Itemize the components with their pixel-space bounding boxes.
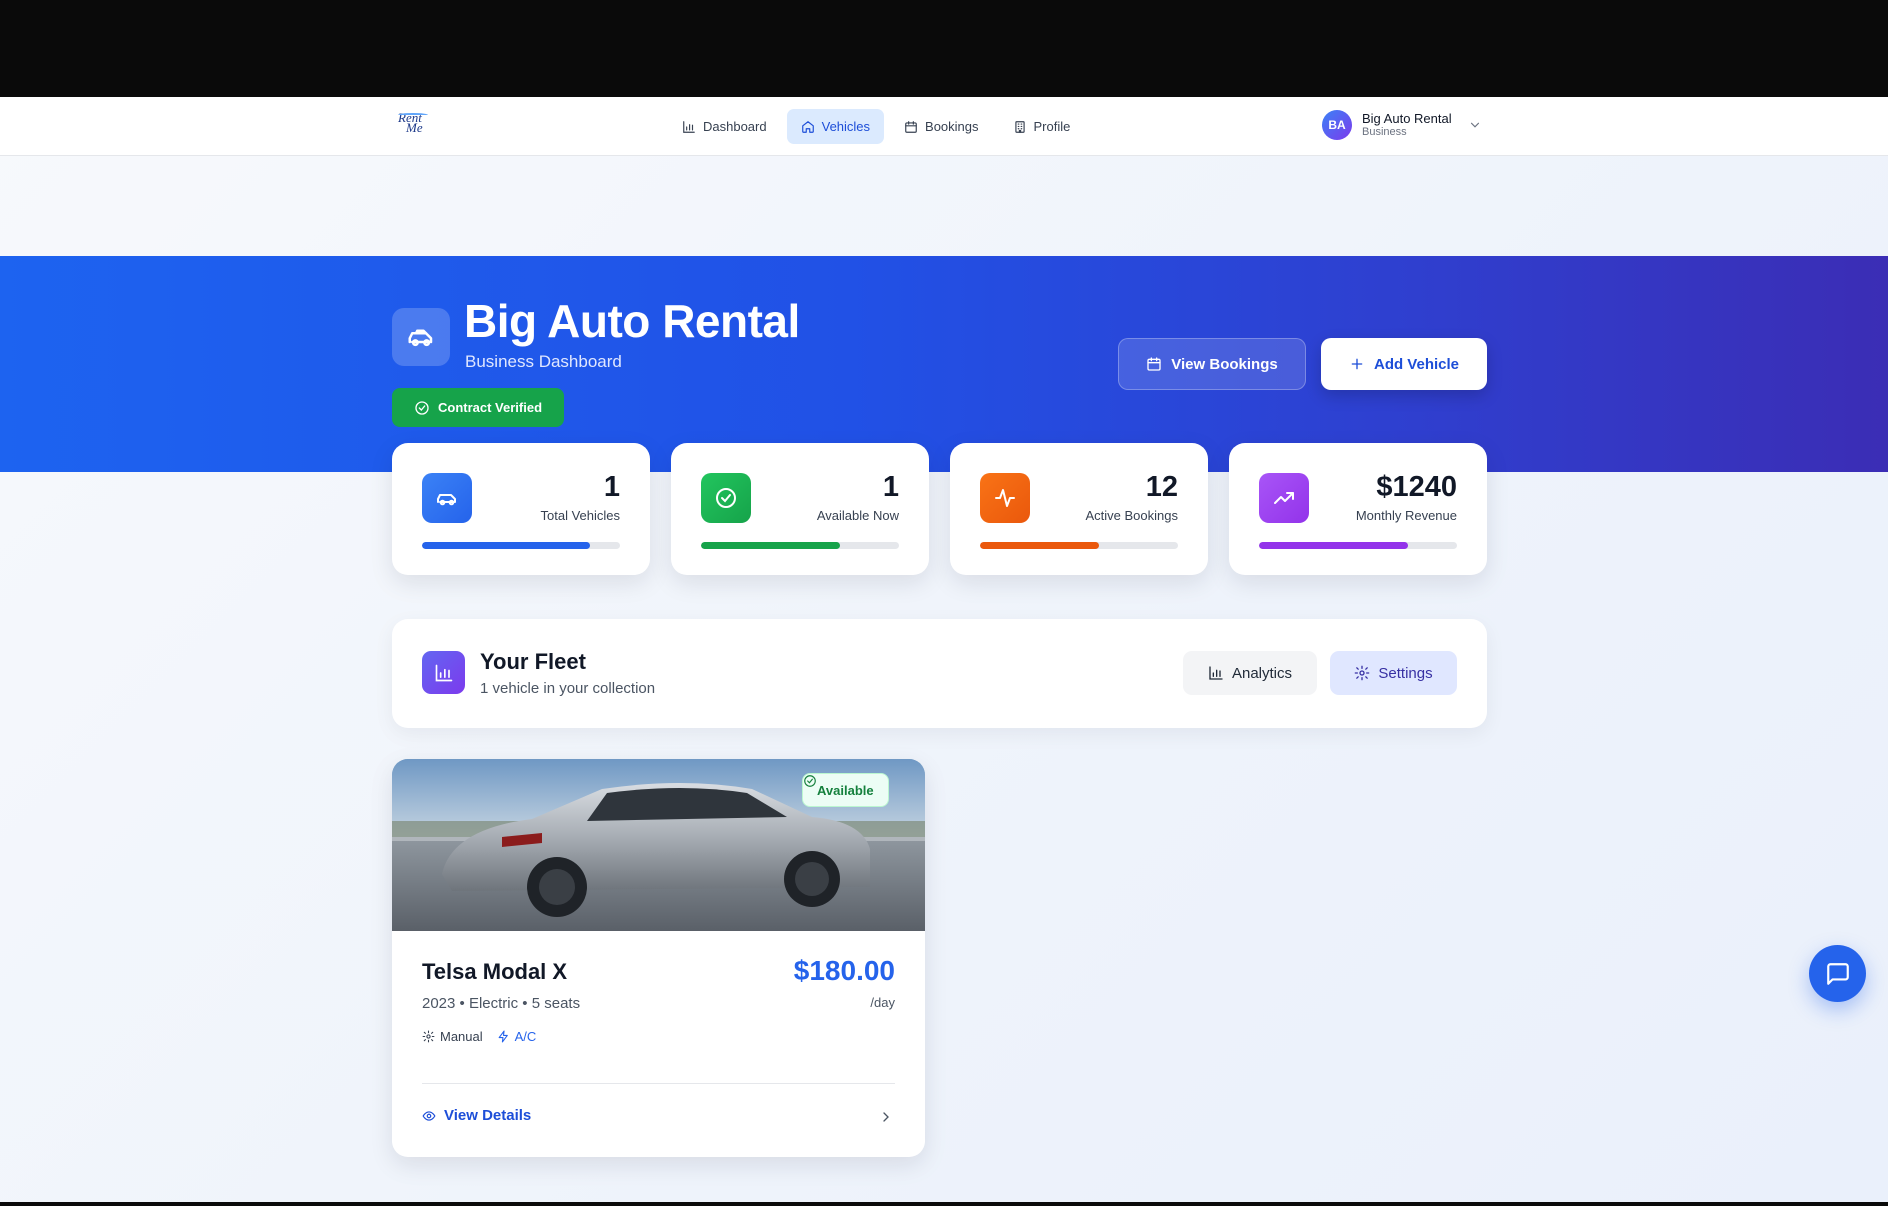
stat-progress-fill <box>1259 542 1408 549</box>
stat-value: 1 <box>603 471 620 503</box>
stat-value: 1 <box>882 471 899 503</box>
add-vehicle-button[interactable]: Add Vehicle <box>1321 338 1487 390</box>
card-divider <box>422 1083 895 1084</box>
nav-item-label: Bookings <box>925 119 979 134</box>
avatar: BA <box>1322 110 1352 140</box>
fleet-title: Your Fleet <box>480 649 586 674</box>
building-icon <box>1014 120 1025 133</box>
stat-label: Monthly Revenue <box>1355 508 1457 523</box>
user-menu[interactable]: BA Big Auto Rental Business <box>1322 110 1482 140</box>
view-bookings-button[interactable]: View Bookings <box>1118 338 1306 390</box>
nav-item-label: Vehicles <box>821 119 871 134</box>
contract-verified-badge: Contract Verified <box>392 388 565 427</box>
browser-top-bar <box>0 0 1888 97</box>
status-label: Available <box>817 782 874 798</box>
main-nav: Dashboard Vehicles Bookings Profile <box>668 109 1084 144</box>
nav-item-bookings[interactable]: Bookings <box>890 109 992 144</box>
stat-value: $1240 <box>1376 471 1457 503</box>
view-details-link[interactable]: View Details <box>422 1107 531 1124</box>
stat-label: Active Bookings <box>1085 508 1179 523</box>
home-icon <box>801 120 814 133</box>
bolt-icon <box>498 1030 508 1043</box>
stat-progress-track <box>980 542 1178 549</box>
price-unit: /day <box>870 995 895 1010</box>
car-icon <box>392 308 450 366</box>
nav-item-label: Profile <box>1033 119 1071 134</box>
settings-label: Settings <box>1378 664 1433 682</box>
analytics-button[interactable]: Analytics <box>1183 651 1317 695</box>
bar-chart-icon <box>422 651 465 694</box>
plus-icon <box>1351 358 1363 370</box>
check-circle-icon <box>415 400 429 415</box>
bar-chart-icon <box>683 120 695 133</box>
stat-card-monthly-revenue: $1240 Monthly Revenue <box>1229 443 1487 575</box>
view-bookings-label: View Bookings <box>1171 355 1278 373</box>
vehicle-meta: 2023 • Electric • 5 seats <box>422 995 581 1012</box>
eye-icon <box>422 1110 436 1121</box>
nav-item-dashboard[interactable]: Dashboard <box>668 109 781 144</box>
calendar-icon <box>905 120 917 133</box>
calendar-icon <box>1147 357 1161 371</box>
stat-progress-fill <box>422 542 591 549</box>
page-subtitle: Business Dashboard <box>465 352 622 371</box>
hero-banner: Big Auto Rental Business Dashboard Contr… <box>0 256 1888 472</box>
stat-label: Available Now <box>816 508 899 523</box>
add-vehicle-label: Add Vehicle <box>1373 355 1460 373</box>
activity-icon <box>980 473 1030 523</box>
gear-icon <box>1355 665 1370 681</box>
navbar: Rent Me Dashboard Vehicles Bookings Prof… <box>0 97 1888 156</box>
vehicle-price: $180.00 <box>793 955 895 986</box>
stat-progress-track <box>1259 542 1457 549</box>
brand-logo[interactable]: Rent Me <box>398 111 430 141</box>
user-info: Big Auto Rental Business <box>1362 111 1452 139</box>
car-icon <box>422 473 472 523</box>
nav-item-label: Dashboard <box>703 119 767 134</box>
stat-value: 12 <box>1145 471 1178 503</box>
logo-swoosh <box>398 113 428 117</box>
gear-icon <box>422 1030 435 1043</box>
vehicle-features: Manual A/C <box>422 1029 536 1044</box>
nav-item-vehicles[interactable]: Vehicles <box>786 109 885 144</box>
page-title: Big Auto Rental <box>464 295 800 347</box>
view-details-label: View Details <box>444 1107 532 1124</box>
user-role: Business <box>1362 126 1407 138</box>
user-name: Big Auto Rental <box>1362 111 1452 126</box>
stat-progress-fill <box>980 542 1099 549</box>
nav-item-profile[interactable]: Profile <box>999 109 1085 144</box>
contract-verified-label: Contract Verified <box>438 400 543 415</box>
stat-progress-fill <box>701 542 840 549</box>
chat-button[interactable] <box>1809 945 1866 1002</box>
feature-ac: A/C <box>497 1029 537 1044</box>
vehicle-name: Telsa Modal X <box>422 959 568 984</box>
status-badge: Available <box>802 773 889 807</box>
fleet-header: Your Fleet 1 vehicle in your collection … <box>392 619 1487 728</box>
check-circle-icon <box>701 473 751 523</box>
bar-chart-icon <box>1209 666 1223 680</box>
stat-progress-track <box>701 542 899 549</box>
stat-progress-track <box>422 542 620 549</box>
stat-card-active-bookings: 12 Active Bookings <box>950 443 1208 575</box>
vehicle-card[interactable]: Available Telsa Modal X 2023 • Electric … <box>392 759 925 1157</box>
feature-transmission: Manual <box>422 1029 483 1044</box>
feature-label: A/C <box>514 1029 537 1044</box>
check-circle-icon <box>804 775 816 787</box>
browser-bottom-bar <box>0 1202 1888 1206</box>
feature-label: Manual <box>440 1029 483 1044</box>
stat-card-available-now: 1 Available Now <box>671 443 929 575</box>
stat-label: Total Vehicles <box>540 508 621 523</box>
chat-icon <box>1826 962 1849 985</box>
logo-line-2: Me <box>406 120 423 135</box>
chevron-right-icon[interactable] <box>878 1109 894 1125</box>
trending-up-icon <box>1259 473 1309 523</box>
settings-button[interactable]: Settings <box>1330 651 1457 695</box>
analytics-label: Analytics <box>1231 664 1293 682</box>
stat-card-total-vehicles: 1 Total Vehicles <box>392 443 650 575</box>
page: Rent Me Dashboard Vehicles Bookings Prof… <box>0 97 1888 1202</box>
vehicle-image: Available <box>392 759 925 931</box>
chevron-down-icon[interactable] <box>1468 118 1482 132</box>
fleet-subtitle: 1 vehicle in your collection <box>480 680 656 697</box>
